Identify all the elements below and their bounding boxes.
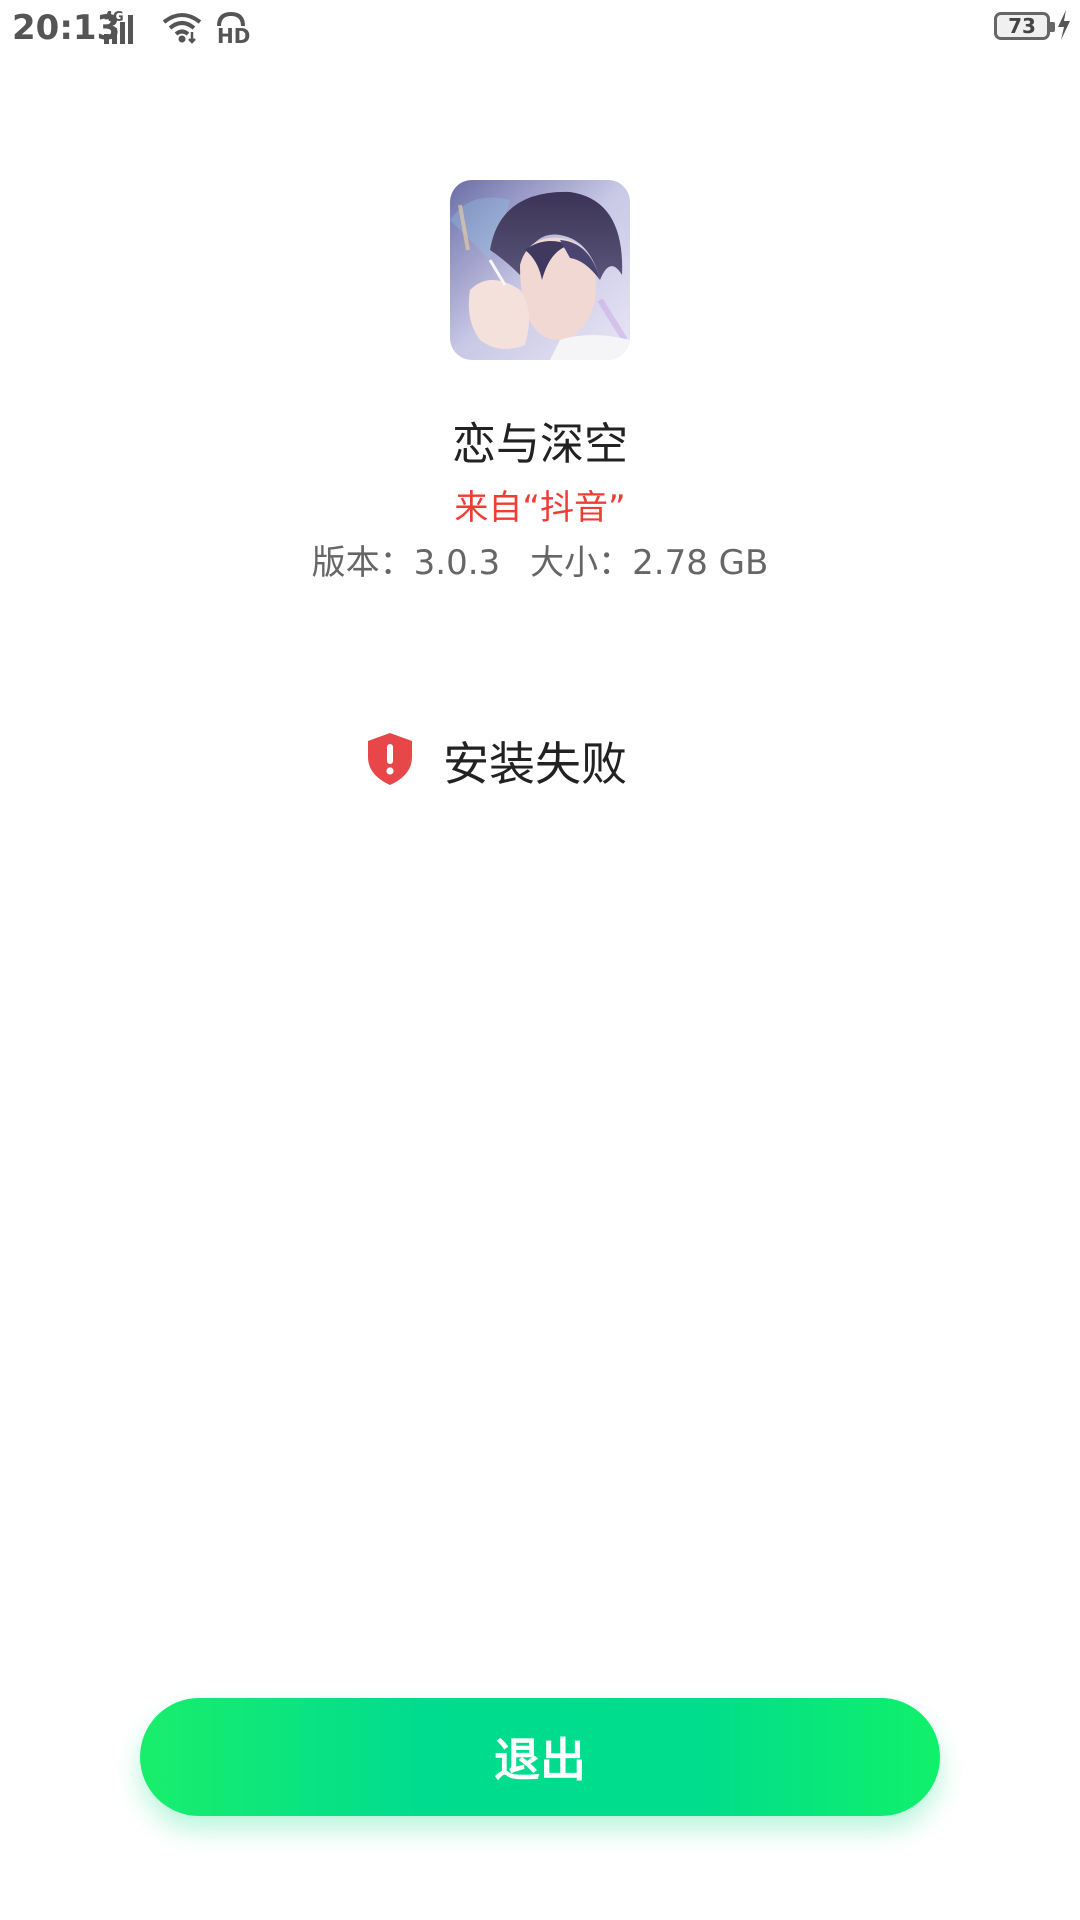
app-version: 版本：3.0.3 [311,543,501,583]
app-name: 恋与深空 [452,419,628,470]
battery-level: 73 [1008,14,1036,38]
install-status-text: 安装失败 [443,737,627,791]
status-icons: 4G HD [104,10,250,48]
app-source: 来自“抖音” [454,488,626,528]
network-type-label: 4G [104,10,124,25]
signal-icon: 4G [104,10,148,46]
hd-label: HD [217,24,251,48]
battery-icon: 73 [994,12,1055,40]
hd-call-icon: HD [216,12,250,48]
shield-alert-icon [365,731,415,791]
app-icon [450,180,630,360]
charging-icon [1056,10,1072,44]
app-size: 大小：2.78 GB [530,543,769,583]
status-bar: 20:13 4G HD 73 [0,0,1080,56]
app-meta: 版本：3.0.3 大小：2.78 GB [0,535,1080,584]
install-result-screen: 20:13 4G HD 73 恋与深空 来自“抖音” 版本：3.0.3 大小：2… [0,0,1080,1920]
exit-button-label: 退出 [494,1733,586,1787]
install-status: 安装失败 [365,728,627,794]
wifi-icon [162,10,202,48]
battery-nub [1050,22,1055,32]
exit-button[interactable]: 退出 [140,1698,940,1816]
